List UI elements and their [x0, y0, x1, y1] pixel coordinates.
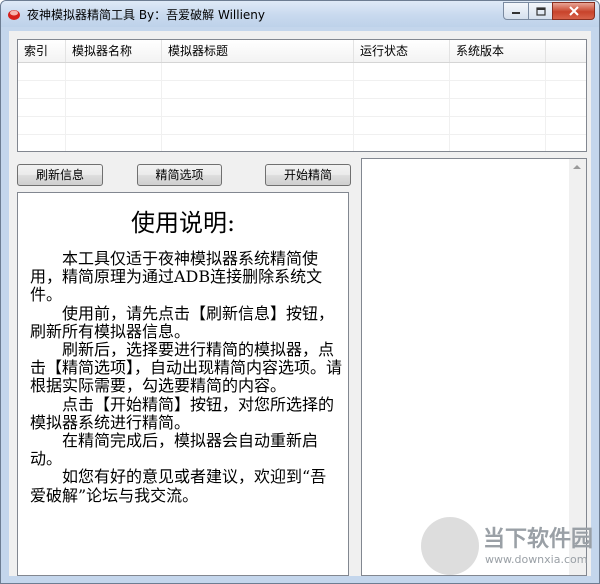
maximize-icon	[535, 6, 546, 16]
column-emulator-title[interactable]: 模拟器标题	[162, 40, 354, 62]
watermark-logo-icon	[421, 517, 479, 575]
list-header: 索引 模拟器名称 模拟器标题 运行状态 系统版本	[18, 40, 586, 63]
refresh-info-button[interactable]: 刷新信息	[17, 164, 103, 186]
column-index[interactable]: 索引	[18, 40, 66, 62]
instruction-paragraph: 点击【开始精简】按钮，对您所选择的模拟器系统进行精简。	[30, 394, 335, 432]
column-emulator-name[interactable]: 模拟器名称	[66, 40, 162, 62]
instruction-paragraph: 本工具仅适于夜神模拟器系统精简使用，精简原理为通过ADB连接删除系统文件。	[30, 249, 323, 305]
slim-options-button[interactable]: 精简选项	[137, 164, 222, 186]
site-watermark: 当下软件园 www.downxia.com	[421, 517, 593, 577]
instruction-paragraph: 如您有好的意见或者建议，欢迎到“吾爱破解”论坛与我交流。	[30, 467, 327, 505]
maximize-button[interactable]	[528, 2, 553, 20]
options-panel[interactable]	[361, 158, 587, 576]
minimize-button[interactable]	[503, 2, 529, 20]
list-empty-row	[18, 135, 586, 151]
list-empty-row	[18, 63, 586, 81]
scroll-up-arrow-icon[interactable]	[573, 165, 581, 169]
list-body	[18, 63, 586, 151]
title-bar[interactable]: 夜神模拟器精简工具 By：吾爱破解 Willieny	[1, 1, 599, 27]
list-empty-row	[18, 81, 586, 99]
watermark-name: 当下软件园	[483, 527, 594, 552]
app-icon	[8, 10, 20, 20]
instructions-panel: 使用说明: 本工具仅适于夜神模拟器系统精简使用，精简原理为通过ADB连接删除系统…	[17, 192, 349, 576]
watermark-url: www.downxia.com	[485, 553, 588, 566]
instruction-paragraph: 刷新后，选择要进行精简的模拟器，点击【精简选项】，自动出现精简内容选项。请根据实…	[30, 340, 343, 396]
emulator-list[interactable]: 索引 模拟器名称 模拟器标题 运行状态 系统版本	[17, 39, 587, 152]
app-window: 夜神模拟器精简工具 By：吾爱破解 Willieny 索引 模拟器名称 模拟器标…	[0, 0, 600, 584]
window-title: 夜神模拟器精简工具 By：吾爱破解 Willieny	[27, 8, 265, 22]
close-icon	[568, 6, 579, 16]
instruction-paragraph: 在精简完成后，模拟器会自动重新启动。	[30, 431, 319, 469]
instructions-title: 使用说明:	[130, 209, 236, 237]
column-system-version[interactable]: 系统版本	[450, 40, 546, 62]
instructions-text: 本工具仅适于夜神模拟器系统精简使用，精简原理为通过ADB连接删除系统文件。 使用…	[30, 249, 343, 505]
options-scrollbar[interactable]	[569, 159, 586, 575]
instruction-paragraph: 使用前，请先点击【刷新信息】按钮，刷新所有模拟器信息。	[30, 303, 335, 341]
close-button[interactable]	[552, 2, 595, 20]
minimize-icon	[512, 12, 520, 14]
list-empty-row	[18, 99, 586, 117]
list-empty-row	[18, 117, 586, 135]
column-run-status[interactable]: 运行状态	[354, 40, 450, 62]
client-area: 索引 模拟器名称 模拟器标题 运行状态 系统版本 刷新信息 精简选项 开始精简 …	[9, 31, 591, 576]
start-slim-button[interactable]: 开始精简	[265, 164, 351, 186]
